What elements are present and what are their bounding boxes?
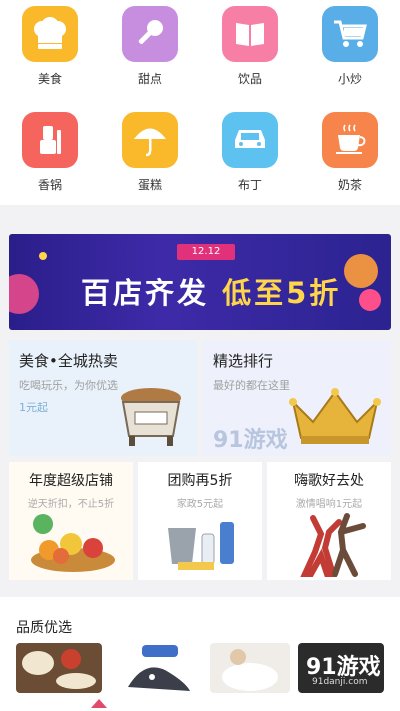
lipstick-icon [22,112,78,168]
scroll-up-indicator-icon [91,699,107,708]
banner-decoration [359,289,381,311]
deal-subtitle: 激情唱响1元起 [295,499,363,510]
watermark-site: 91danji.com [312,677,368,687]
category-item-food[interactable]: 美食 [0,6,100,87]
chef-hat-icon [22,6,78,62]
deal-title: 嗨歌好去处 [294,473,364,489]
quality-section: 品质优选 91游戏 91danji.com [0,597,400,711]
grill-image [121,388,181,446]
book-icon [222,6,278,62]
cleaning-supplies-image [168,522,234,570]
quality-thumb[interactable] [210,643,290,693]
category-item-cake[interactable]: 蛋糕 [100,112,200,193]
promo-title: 美食•全城热卖 [19,352,118,370]
app-home: 美食 甜点 饮品 小炒 香锅 蛋糕 布丁 奶茶 12.12 百店齐发 低至5折 … [0,0,400,711]
category-label: 布丁 [237,178,262,192]
banner-headline-b: 低至5折 [222,276,342,310]
banner-decoration [344,254,378,288]
banner-headline-a: 百店齐发 [81,276,210,310]
category-label: 饮品 [237,72,262,86]
dancers-image [300,513,366,577]
promo-title: 精选排行 [213,352,274,370]
quality-thumb[interactable] [16,643,102,693]
category-label: 蛋糕 [137,178,162,192]
category-grid: 美食 甜点 饮品 小炒 香锅 蛋糕 布丁 奶茶 [0,0,400,205]
category-item-milktea[interactable]: 奶茶 [300,112,400,193]
umbrella-icon [122,112,178,168]
car-icon [222,112,278,168]
fruit-basket-image [31,514,115,572]
category-label: 奶茶 [337,178,362,192]
banner-date-tag: 12.12 [177,244,235,260]
deal-title: 年度超级店铺 [29,473,113,489]
coffee-cup-icon [322,112,378,168]
deal-subtitle: 家政5元起 [176,499,224,510]
shopping-cart-icon [322,6,378,62]
category-item-pudding[interactable]: 布丁 [200,112,300,193]
category-item-drinks[interactable]: 饮品 [200,6,300,87]
microphone-icon [122,6,178,62]
category-item-hotpot[interactable]: 香锅 [0,112,100,193]
promo-card-food[interactable]: 美食•全城热卖 吃喝玩乐，为你优选 1元起 [9,340,197,456]
banner-headline: 百店齐发 低至5折 [81,270,341,312]
section-heading: 品质优选 [16,620,72,636]
watermark-brand: 91游戏 [213,428,288,453]
category-label: 美食 [37,72,62,86]
deal-card-groupbuy[interactable]: 团购再5折 家政5元起 [138,462,262,580]
banner-decoration [39,252,47,260]
banner-decoration [9,274,39,314]
promo-card-ranking[interactable]: 精选排行 最好的都在这里 91游戏 [203,340,391,456]
deal-card-karaoke[interactable]: 嗨歌好去处 激情唱响1元起 [267,462,391,580]
category-label: 小炒 [337,72,362,86]
category-item-dessert[interactable]: 甜点 [100,6,200,87]
quality-thumb[interactable] [116,643,202,693]
category-label: 甜点 [137,72,162,86]
deal-subtitle: 逆天折扣，不止5折 [27,499,115,510]
deal-title: 团购再5折 [167,473,233,489]
watermark-box: 91游戏 91danji.com [298,643,384,693]
category-label: 香锅 [37,178,62,192]
category-item-stirfry[interactable]: 小炒 [300,6,400,87]
deal-card-superstore[interactable]: 年度超级店铺 逆天折扣，不止5折 [9,462,133,580]
crown-image [289,388,381,444]
promo-banner[interactable]: 12.12 百店齐发 低至5折 [9,234,391,330]
